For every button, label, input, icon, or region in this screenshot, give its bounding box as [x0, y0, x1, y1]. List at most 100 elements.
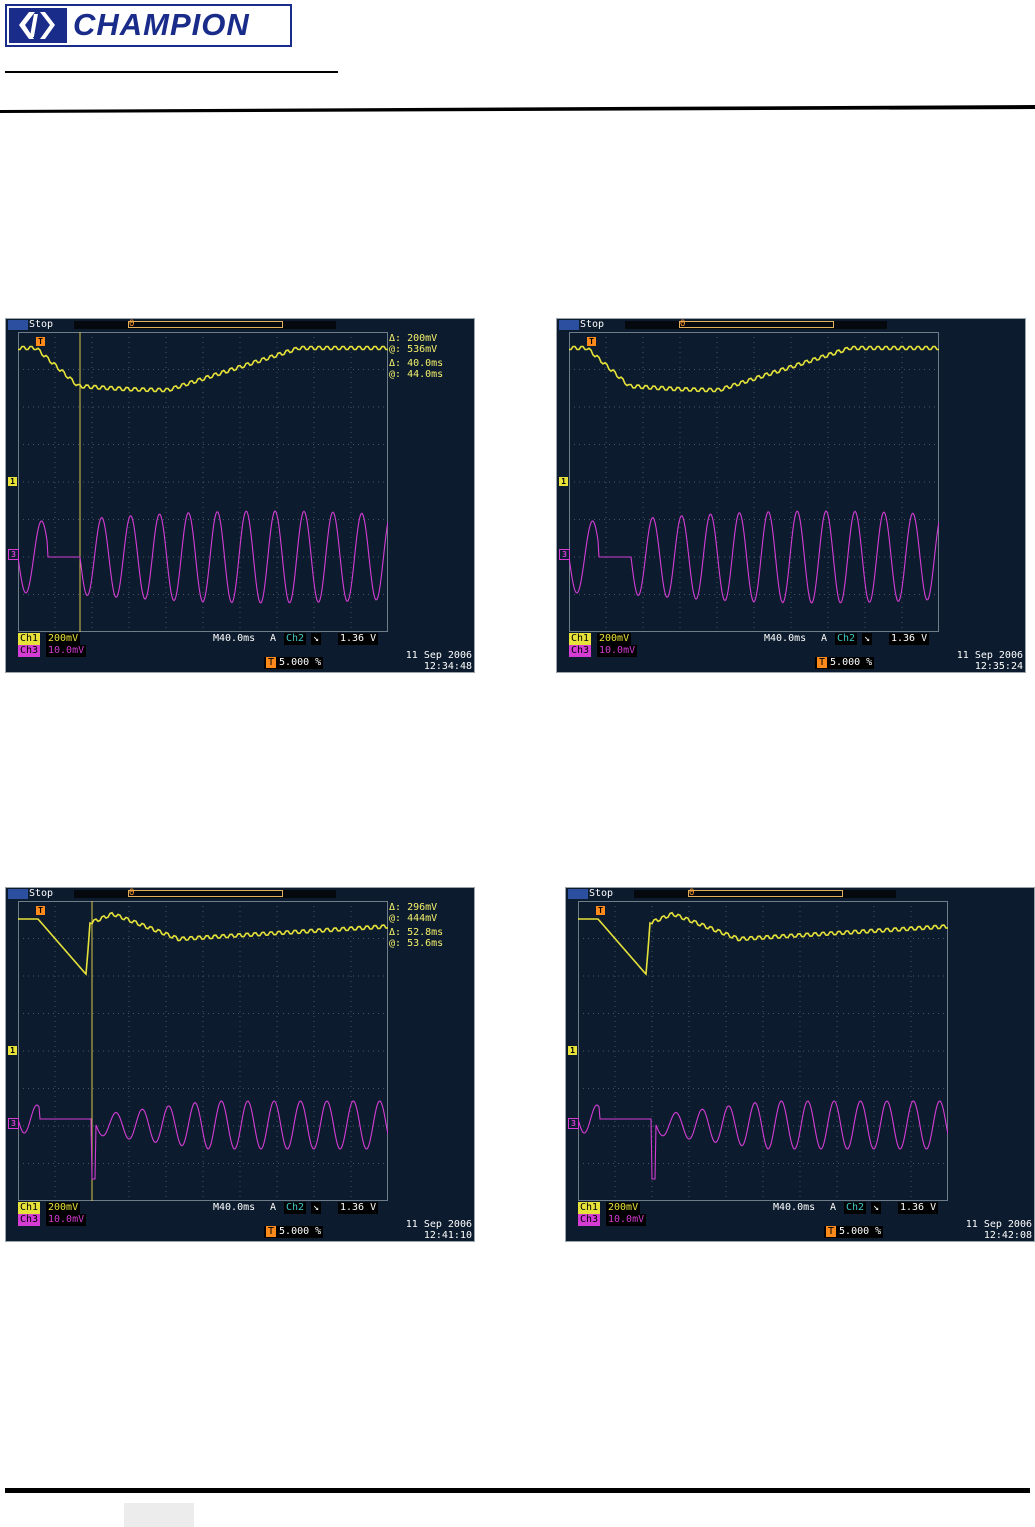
run-state-label: Stop: [589, 888, 614, 899]
trigger-marker: T: [36, 337, 45, 346]
trigger-level: 1.36 V: [338, 1202, 379, 1214]
footer-rule: [5, 1488, 1030, 1493]
ch1-label: Ch1: [578, 1202, 601, 1214]
scope-panel-3: Stop Θ 1 3 T Δ: 296mV @: 444mV Δ: 52.8ms @: 53.6…: [5, 887, 475, 1242]
cursor-readout-row: @: 53.6ms: [389, 938, 474, 949]
graticule: [578, 901, 948, 1201]
ch1-label: Ch1: [18, 633, 41, 645]
cursor-value: 44.0ms: [407, 369, 444, 380]
trigger-position-icon: Θ: [129, 319, 135, 329]
run-state-label: Stop: [29, 888, 54, 899]
cursor-value: 296mV: [407, 902, 438, 913]
timebase: M40.0ms: [213, 1202, 256, 1213]
trigger-marker: T: [36, 906, 45, 915]
capture-time: 12:34:48: [423, 661, 472, 672]
capture-date: 11 Sep 2006: [956, 650, 1023, 661]
trigger-position: T 5.000 %: [264, 1226, 324, 1238]
capture-timestamp: 11 Sep 2006 12:34:48: [406, 650, 472, 672]
ch3-scale: 10.0mV: [597, 645, 638, 657]
scope-settings-bar: Ch1 200mV Ch3 10.0mV M40.0ms A Ch2 ↘ 1.36 V T 5.00…: [6, 633, 474, 672]
trigger-position: T 5.000 %: [815, 657, 875, 669]
ch3-scale: 10.0mV: [606, 1214, 647, 1226]
cursor-symbol: Δ:: [389, 902, 408, 913]
trigger-position-icon: T: [266, 657, 277, 668]
ch3-ground-marker: 3: [568, 1118, 579, 1129]
ch3-waveform: [578, 1100, 948, 1180]
run-state-tag: [8, 320, 28, 330]
ch3-scale: 10.0mV: [46, 1214, 87, 1226]
ch3-ground-marker: 3: [8, 549, 19, 560]
trigger-source: Ch2: [284, 1202, 307, 1214]
scope-settings-bar: Ch1 200mV Ch3 10.0mV M40.0ms A Ch2 ↘ 1.36 V T 5.00…: [557, 633, 1025, 672]
timebase: M40.0ms: [213, 633, 256, 644]
capture-date: 11 Sep 2006: [405, 650, 472, 661]
trigger-level: 1.36 V: [898, 1202, 939, 1214]
ch1-scale: 200mV: [46, 633, 81, 645]
trigger-position-icon: T: [266, 1226, 277, 1237]
ch3-waveform: [18, 1100, 388, 1180]
ch1-waveform: [569, 345, 939, 393]
ch1-label: Ch1: [18, 1202, 41, 1214]
trigger-mode: A: [830, 1202, 837, 1213]
capture-timestamp: 11 Sep 2006 12:42:08: [966, 1219, 1032, 1241]
trigger-position-value: 5.000 %: [279, 657, 322, 668]
trigger-level: 1.36 V: [338, 633, 379, 645]
cursor-symbol: @:: [389, 938, 408, 949]
ch3-ground-marker: 3: [8, 1118, 19, 1129]
capture-time: 12:35:24: [974, 661, 1023, 672]
ch3-ground-marker: 3: [559, 549, 570, 560]
cursor-value: 536mV: [407, 344, 438, 355]
graticule: [569, 332, 939, 632]
header-short-rule: [5, 71, 338, 73]
cursor-symbol: @:: [389, 344, 408, 355]
scope-status-bar: Stop Θ: [557, 319, 1025, 331]
ch3-label: Ch3: [578, 1214, 601, 1226]
scope-panel-4: Stop Θ 1 3 T Ch1 200mV Ch3 10.0mV M40.0ms A Ch2 ↘ 1.3…: [565, 887, 1035, 1242]
trigger-position-value: 5.000 %: [839, 1226, 882, 1237]
cursor-readout-row: Δ: 52.8ms: [389, 927, 474, 938]
ch1-ground-marker: 1: [568, 1046, 577, 1055]
trigger-source: Ch2: [835, 633, 858, 645]
cursor-value: 40.0ms: [407, 358, 444, 369]
run-state-tag: [568, 889, 588, 899]
ch1-ground-marker: 1: [8, 477, 17, 486]
capture-date: 11 Sep 2006: [405, 1219, 472, 1230]
champion-logo-word: CHAMPION: [73, 7, 250, 42]
trigger-slope-icon: ↘: [311, 1202, 322, 1214]
ch3-label: Ch3: [18, 645, 41, 657]
footer-page-box: [124, 1503, 194, 1527]
capture-time: 12:42:08: [983, 1230, 1032, 1241]
cursor-readout-row: @: 444mV: [389, 913, 474, 924]
trigger-slope-icon: ↘: [871, 1202, 882, 1214]
record-view-window: [128, 890, 283, 897]
cursor-symbol: Δ:: [389, 333, 408, 344]
ch1-scale: 200mV: [597, 633, 632, 645]
cursor-readout-row: Δ: 296mV: [389, 902, 474, 913]
trigger-source: Ch2: [844, 1202, 867, 1214]
cursor-symbol: Δ:: [389, 927, 408, 938]
ch3-scale: 10.0mV: [46, 645, 87, 657]
run-state-label: Stop: [580, 319, 605, 330]
scope-settings-bar: Ch1 200mV Ch3 10.0mV M40.0ms A Ch2 ↘ 1.36 V T 5.00…: [6, 1202, 474, 1241]
capture-date: 11 Sep 2006: [965, 1219, 1032, 1230]
cursor-symbol: @:: [389, 369, 408, 380]
ch1-waveform: [18, 345, 388, 393]
cursor-readout: Δ: 200mV @: 536mV Δ: 40.0ms @: 44.0ms: [389, 333, 474, 380]
ch3-label: Ch3: [569, 645, 592, 657]
scope-status-bar: Stop Θ: [6, 888, 474, 900]
trigger-level: 1.36 V: [889, 633, 930, 645]
capture-timestamp: 11 Sep 2006 12:41:10: [406, 1219, 472, 1241]
trigger-position-icon: T: [817, 657, 828, 668]
trigger-mode: A: [270, 633, 277, 644]
trigger-mode: A: [821, 633, 828, 644]
scope-status-bar: Stop Θ: [566, 888, 1034, 900]
record-view-window: [128, 321, 283, 328]
record-view-window: [688, 890, 843, 897]
champion-logo-mark: [9, 8, 67, 43]
scope-settings-bar: Ch1 200mV Ch3 10.0mV M40.0ms A Ch2 ↘ 1.36 V T 5.00…: [566, 1202, 1034, 1241]
scope-panel-1: Stop Θ 1 3 T Δ: 200mV @: 536mV Δ: 40.0ms @: 44.0…: [5, 318, 475, 673]
cursor-readout: Δ: 296mV @: 444mV Δ: 52.8ms @: 53.6ms: [389, 902, 474, 949]
cursor-value: 444mV: [407, 913, 438, 924]
trigger-slope-icon: ↘: [862, 633, 873, 645]
cursor-value: 200mV: [407, 333, 438, 344]
